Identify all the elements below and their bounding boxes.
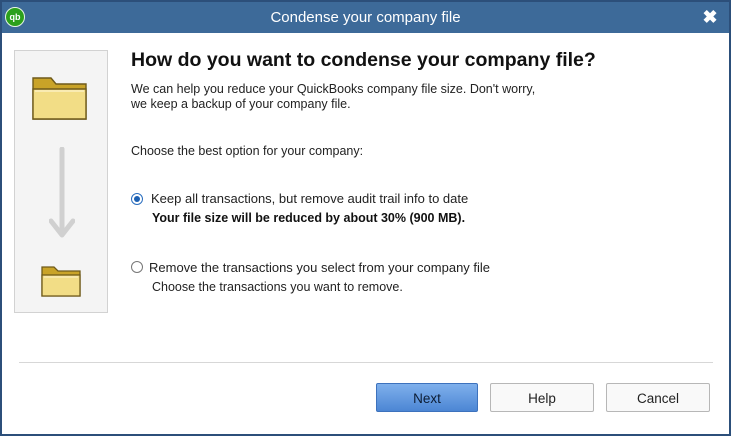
next-button[interactable]: Next xyxy=(376,383,478,412)
folder-icon xyxy=(32,77,87,120)
close-button[interactable]: ✖ xyxy=(699,5,721,29)
footer-divider xyxy=(19,362,713,363)
description-line: We can help you reduce your QuickBooks c… xyxy=(131,82,536,96)
help-button[interactable]: Help xyxy=(490,383,594,412)
choose-option-label: Choose the best option for your company: xyxy=(131,144,364,158)
remove-transactions-note: Choose the transactions you want to remo… xyxy=(152,280,403,294)
arrow-down-icon xyxy=(49,147,75,238)
description-text: We can help you reduce your QuickBooks c… xyxy=(131,82,571,112)
condense-dialog: qb Condense your company file ✖ How do y… xyxy=(0,0,731,436)
description-line: we keep a backup of your company file. xyxy=(131,97,351,111)
remove-transactions-radio[interactable] xyxy=(131,261,143,273)
title-bar: qb Condense your company file ✖ xyxy=(2,2,729,33)
cancel-button[interactable]: Cancel xyxy=(606,383,710,412)
folder-icon xyxy=(41,266,81,297)
remove-transactions-option-label[interactable]: Remove the transactions you select from … xyxy=(149,260,490,275)
keep-transactions-option-label[interactable]: Keep all transactions, but remove audit … xyxy=(151,191,468,206)
file-size-reduction-note: Your file size will be reduced by about … xyxy=(152,211,466,225)
keep-transactions-radio[interactable] xyxy=(131,193,143,205)
page-title: How do you want to condense your company… xyxy=(131,49,596,71)
illustration-panel xyxy=(14,50,108,313)
window-title: Condense your company file xyxy=(270,9,461,26)
